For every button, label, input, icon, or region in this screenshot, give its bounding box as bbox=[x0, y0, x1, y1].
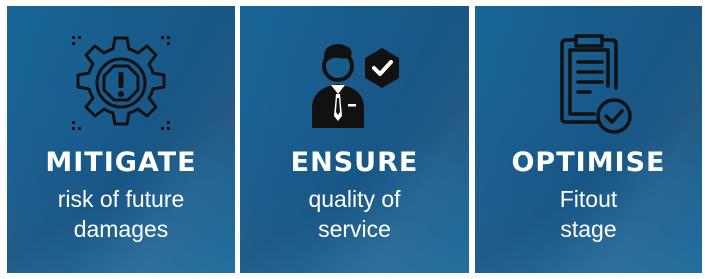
panel-title: ENSURE bbox=[290, 147, 419, 178]
panel-subtitle: risk of future damages bbox=[7, 184, 235, 244]
panel-subtitle: quality of service bbox=[240, 184, 469, 244]
feature-banner: MITIGATE risk of future damages ENSURE q… bbox=[0, 0, 705, 279]
panel-subtitle-line: risk of future bbox=[57, 186, 185, 212]
panel-subtitle-line: quality of bbox=[308, 186, 401, 212]
panel-subtitle-line: stage bbox=[560, 216, 617, 242]
panel-subtitle-line: damages bbox=[73, 216, 169, 242]
panel-ensure: ENSURE quality of service bbox=[240, 6, 469, 273]
panel-mitigate: MITIGATE risk of future damages bbox=[7, 6, 235, 273]
gear-warning-icon bbox=[72, 36, 170, 130]
panel-title: OPTIMISE bbox=[511, 147, 666, 178]
panel-optimise: OPTIMISE Fitout stage bbox=[475, 6, 702, 273]
person-check-icon bbox=[311, 44, 399, 128]
panel-subtitle-line: Fitout bbox=[559, 186, 618, 212]
clipboard-check-icon bbox=[559, 34, 632, 134]
panel-subtitle: Fitout stage bbox=[475, 184, 702, 244]
panel-title: MITIGATE bbox=[45, 147, 197, 178]
panel-subtitle-line: service bbox=[318, 216, 391, 242]
